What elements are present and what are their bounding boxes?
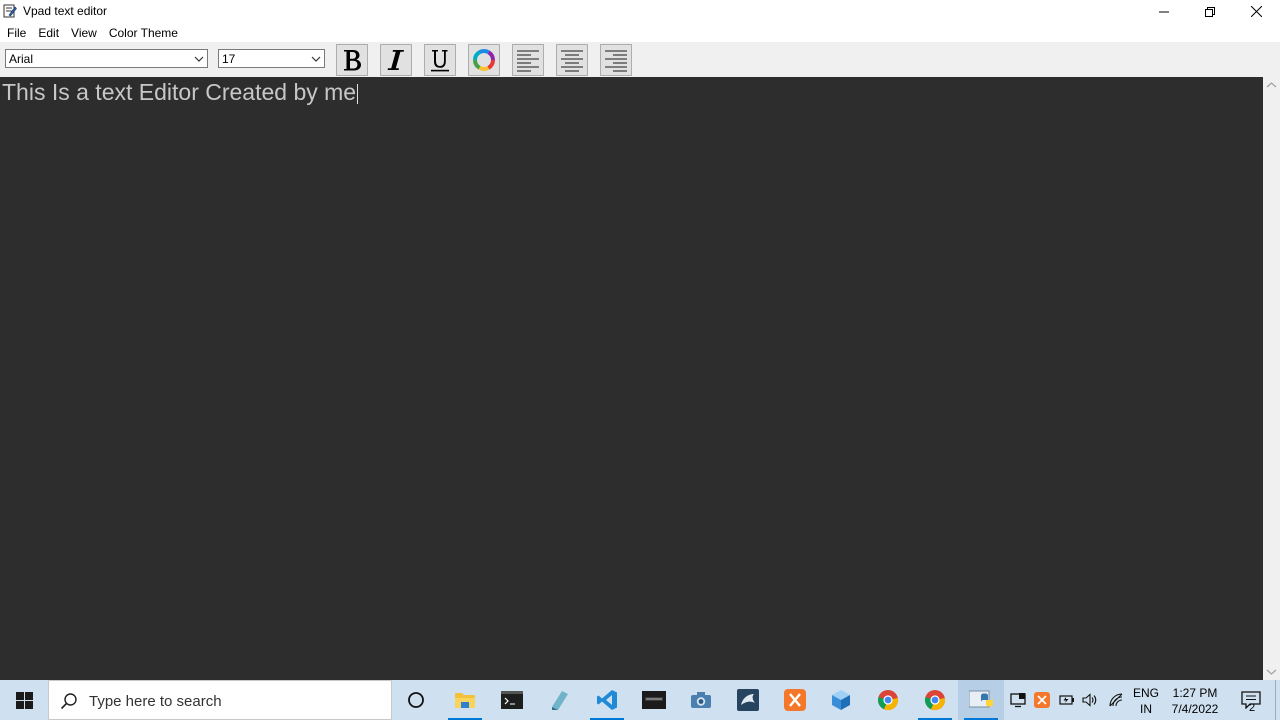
notepad-app-icon xyxy=(3,4,17,18)
speaker-icon xyxy=(1082,693,1097,707)
defender-monitor-icon xyxy=(1010,693,1026,708)
align-center-icon xyxy=(561,50,583,72)
editor-content-line: This Is a text Editor Created by me xyxy=(2,79,359,106)
italic-icon xyxy=(387,50,404,70)
taskbar-vscode[interactable] xyxy=(584,680,630,720)
clock-time: 1:27 PM xyxy=(1172,686,1218,700)
text-editor-area[interactable]: This Is a text Editor Created by me xyxy=(0,77,1263,680)
chrome-icon xyxy=(925,690,946,711)
bold-icon xyxy=(344,50,361,71)
wifi-icon xyxy=(1109,693,1123,707)
language-region: IN xyxy=(1140,702,1152,716)
windows-logo-icon xyxy=(15,691,33,709)
taskbar-mysql-workbench[interactable] xyxy=(725,680,771,720)
font-size-value: 17 xyxy=(222,52,236,66)
taskbar-chrome-profile[interactable] xyxy=(912,680,958,720)
toolbar: Arial 17 xyxy=(0,42,1280,77)
italic-button[interactable] xyxy=(380,44,412,76)
language-code: ENG xyxy=(1133,686,1160,700)
tray-wifi[interactable] xyxy=(1108,692,1124,708)
scroll-down-arrow-icon[interactable] xyxy=(1266,666,1277,677)
taskbar-search-box[interactable]: Type here to search xyxy=(48,680,392,720)
notes-pen-icon xyxy=(552,691,568,710)
xampp-tray-icon xyxy=(1034,692,1050,708)
taskbar-notes-app[interactable] xyxy=(536,680,582,720)
font-family-select[interactable]: Arial xyxy=(5,49,208,68)
menu-bar: File Edit View Color Theme xyxy=(0,23,1280,42)
menu-file[interactable]: File xyxy=(0,23,32,42)
underline-button[interactable] xyxy=(424,44,456,76)
window-title: Vpad text editor xyxy=(23,4,108,18)
underline-icon xyxy=(431,50,449,72)
chevron-down-icon xyxy=(194,56,204,62)
align-right-icon xyxy=(605,50,627,72)
database-console-icon xyxy=(642,691,666,709)
vertical-scrollbar[interactable] xyxy=(1263,77,1280,680)
xampp-icon xyxy=(784,689,806,711)
taskbar-xampp[interactable] xyxy=(772,680,818,720)
cortana-button[interactable] xyxy=(393,680,439,720)
restore-icon xyxy=(1205,6,1215,17)
folder-icon xyxy=(455,693,475,708)
editor-content: This Is a text Editor Created by me xyxy=(2,79,357,105)
align-right-button[interactable] xyxy=(600,44,632,76)
search-placeholder: Type here to search xyxy=(89,693,222,710)
taskbar-file-explorer[interactable] xyxy=(442,680,488,720)
taskbar-mysql-shell[interactable] xyxy=(631,680,677,720)
python-window-icon xyxy=(969,690,993,708)
close-button[interactable] xyxy=(1233,0,1279,23)
restore-button[interactable] xyxy=(1187,0,1233,23)
text-caret xyxy=(357,84,359,104)
align-left-icon xyxy=(517,50,539,72)
notification-count: 2 xyxy=(1249,702,1256,714)
taskbar-python-vpad[interactable] xyxy=(958,680,1004,720)
terminal-icon xyxy=(501,691,523,709)
taskbar-terminal[interactable] xyxy=(489,680,535,720)
align-center-button[interactable] xyxy=(556,44,588,76)
close-icon xyxy=(1250,6,1262,17)
menu-color-theme[interactable]: Color Theme xyxy=(103,23,184,42)
language-indicator[interactable]: ENG IN xyxy=(1133,685,1159,717)
action-center-button[interactable] xyxy=(1236,680,1266,720)
title-bar: Vpad text editor xyxy=(0,0,1280,23)
taskbar-camera[interactable] xyxy=(678,680,724,720)
battery-charging-icon xyxy=(1059,695,1074,705)
minimize-button[interactable] xyxy=(1141,0,1187,23)
cortana-circle-icon xyxy=(408,692,424,708)
taskbar-chrome[interactable] xyxy=(865,680,911,720)
vscode-icon xyxy=(597,690,617,710)
color-picker-button[interactable] xyxy=(468,44,500,76)
clock-date: 7/4/2022 xyxy=(1171,702,1219,716)
taskbar: Type here to search ENG IN 1:27 PM 7/4/2… xyxy=(0,680,1280,720)
bold-button[interactable] xyxy=(336,44,368,76)
tray-security[interactable] xyxy=(1010,692,1026,708)
menu-view[interactable]: View xyxy=(65,23,103,42)
show-desktop-button[interactable] xyxy=(1275,680,1280,720)
search-icon xyxy=(60,693,77,710)
taskbar-3d-viewer[interactable] xyxy=(818,680,864,720)
taskbar-clock[interactable]: 1:27 PM 7/4/2022 xyxy=(1166,685,1224,717)
chrome-icon xyxy=(878,690,899,711)
font-size-select[interactable]: 17 xyxy=(218,49,325,68)
workbench-dolphin-icon xyxy=(737,689,759,711)
tray-battery[interactable] xyxy=(1059,692,1075,708)
menu-edit[interactable]: Edit xyxy=(32,23,65,42)
tray-volume[interactable] xyxy=(1082,692,1098,708)
color-wheel-icon xyxy=(473,49,495,71)
minimize-icon xyxy=(1159,11,1169,12)
scroll-up-arrow-icon[interactable] xyxy=(1266,80,1277,91)
font-family-value: Arial xyxy=(9,52,34,66)
tray-xampp[interactable] xyxy=(1034,692,1050,708)
chevron-down-icon xyxy=(311,56,321,62)
camera-icon xyxy=(691,692,711,708)
cube-3d-icon xyxy=(832,690,850,710)
align-left-button[interactable] xyxy=(512,44,544,76)
start-button[interactable] xyxy=(0,680,48,720)
